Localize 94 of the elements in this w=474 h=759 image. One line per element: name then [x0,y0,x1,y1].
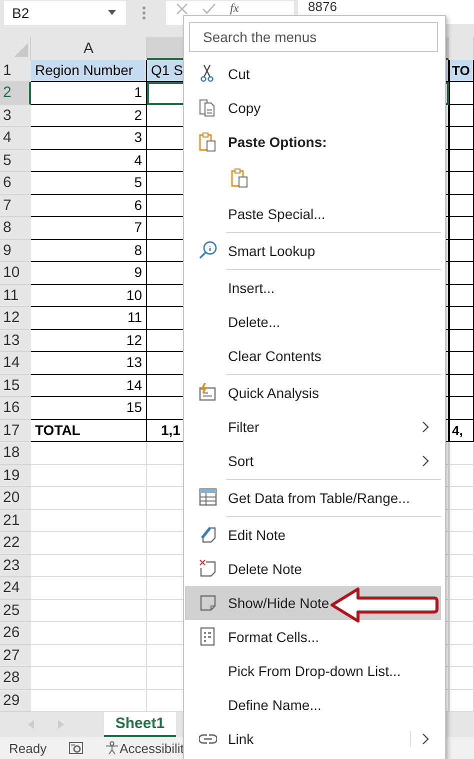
function-button[interactable]: fx [230,2,239,14]
row-header[interactable]: 16 [0,397,31,420]
accessibility-text[interactable]: Accessibilit [120,740,184,756]
edit-note-icon [198,525,216,545]
table-cell: 12 [31,330,147,352]
row-header[interactable]: 9 [0,240,31,262]
clipboard-icon [231,168,249,188]
menu-heading: Paste Options: [185,125,441,159]
menu-item[interactable]: Pick From Drop-down List... [185,654,441,688]
menu-item[interactable]: Link [185,722,441,756]
menu-item[interactable]: Define Name... [185,688,441,722]
row-header[interactable]: 11 [0,284,31,307]
menu-item[interactable]: Delete... [185,305,441,339]
row-header[interactable]: 5 [0,150,31,172]
menu-item[interactable]: Sort [185,444,441,478]
menu-item[interactable]: Quick Analysis [185,373,441,410]
note-icon [198,593,216,613]
column-header[interactable]: A [31,37,147,60]
row-header[interactable]: 23 [0,554,31,577]
table-cell: 6 [31,194,147,217]
row-header[interactable]: 13 [0,330,31,352]
drag-handle-icon [142,6,146,20]
row-header[interactable]: 15 [0,374,31,397]
table-cell: 1 [31,82,147,104]
table-cell: 14 [31,374,147,397]
table-cell: TO [449,60,474,82]
scroll-right-icon [58,720,64,729]
accessibility-icon [104,741,119,755]
row-header[interactable]: 4 [0,127,31,150]
table-cell: 9 [31,262,147,284]
table-cell: 2 [31,104,147,127]
table-cell: 8 [31,240,147,262]
menu-item[interactable]: Delete Note [185,552,441,586]
row-header[interactable]: 25 [0,600,31,622]
dropdown-icon [108,10,116,15]
row-header[interactable]: 10 [0,262,31,284]
clipboard-icon [198,132,216,152]
copy-icon [198,98,216,118]
chevron-right-icon [422,421,429,433]
chevron-right-icon [422,733,429,745]
menu-item[interactable]: Format Cells... [185,620,441,654]
table-cell: 15 [31,397,147,420]
select-all-icon [14,43,28,57]
row-header[interactable]: 29 [0,690,31,712]
name-box[interactable]: B2 [4,0,126,24]
table-cell: TOTAL [31,420,147,442]
row-header[interactable]: 14 [0,352,31,374]
table-cell: 13 [31,352,147,374]
quick-analysis-icon [198,383,216,403]
table-cell: 11 [31,307,147,330]
menu-item[interactable]: Paste Special... [185,197,441,231]
chevron-right-icon [422,455,429,467]
delete-note-icon [198,559,216,579]
search-field[interactable]: Search the menus [189,22,438,52]
sheet-tab[interactable]: Sheet1 [104,712,176,737]
row-header[interactable]: 7 [0,194,31,217]
row-header[interactable]: 26 [0,622,31,644]
row-header[interactable]: 22 [0,532,31,554]
row-header[interactable]: 8 [0,217,31,240]
row-header[interactable]: 27 [0,644,31,667]
row-header[interactable]: 6 [0,172,31,194]
menu-item[interactable]: Insert... [185,268,441,305]
row-header[interactable]: 12 [0,307,31,330]
accessibility-status[interactable]: Accessibilit [104,740,184,756]
row-header[interactable]: 18 [0,442,31,464]
format-cells-icon [198,627,216,647]
menu-item[interactable]: Smart Lookup [185,231,441,268]
table-cell: 5 [31,172,147,194]
row-header[interactable]: 21 [0,510,31,532]
row-header[interactable]: 19 [0,464,31,487]
menu-item[interactable]: Clear Contents [185,339,441,373]
status-text: Ready [9,740,47,756]
search-icon [198,241,216,261]
table-cell: Region Number [31,60,147,82]
menu-item[interactable]: Edit Note [185,515,441,552]
table-cell [449,82,474,104]
row-header[interactable]: 28 [0,667,31,690]
row-header[interactable]: 20 [0,487,31,510]
table-cell: 7 [31,217,147,240]
table-cell: 4 [31,150,147,172]
table-cell: 4, [449,420,474,442]
scroll-left-icon [28,720,34,729]
table-cell: 3 [31,127,147,150]
row-header[interactable]: 1 [0,60,31,82]
row-header[interactable]: 17 [0,420,31,442]
row-header[interactable]: 2 [0,82,31,104]
row-header[interactable]: 24 [0,577,31,600]
macro-recording-icon [68,742,83,754]
menu-item[interactable]: Get Data from Table/Range... [185,478,441,515]
table-icon [198,488,216,508]
menu-item[interactable]: Copy [185,91,441,125]
scissors-icon [198,64,216,84]
row-header[interactable]: 3 [0,104,31,127]
table-cell: 10 [31,284,147,307]
